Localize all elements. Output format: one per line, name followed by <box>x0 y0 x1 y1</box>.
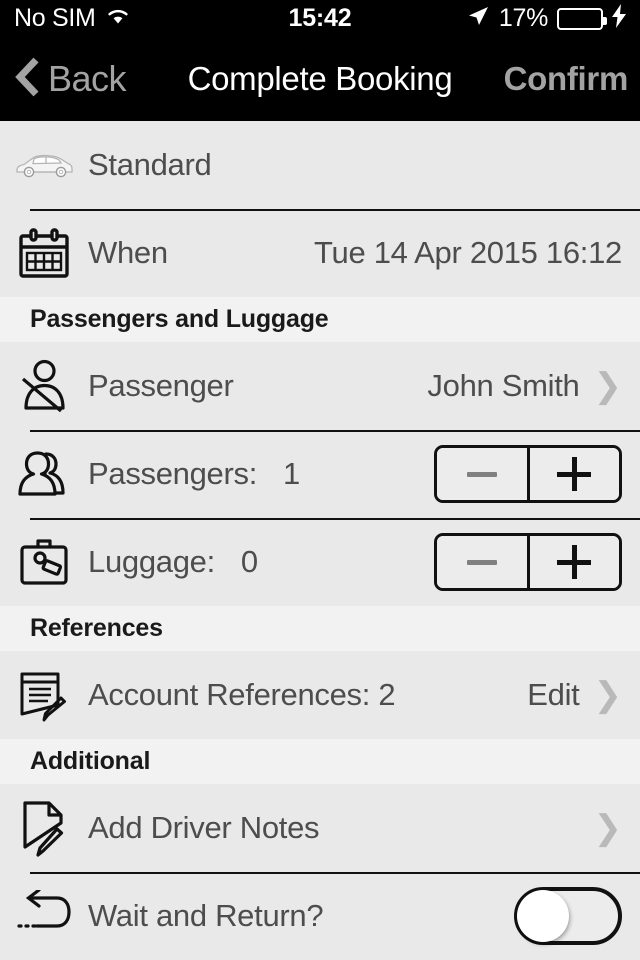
passenger-row[interactable]: Passenger John Smith ❯ <box>0 342 640 430</box>
driver-notes-label: Add Driver Notes <box>88 810 320 845</box>
section-header-passengers: Passengers and Luggage <box>0 297 640 343</box>
vehicle-row[interactable]: Standard <box>0 121 640 209</box>
chevron-right-icon: ❯ <box>593 367 623 406</box>
passenger-value: John Smith <box>427 368 580 404</box>
navigation-bar: Back Complete Booking Confirm <box>0 37 640 122</box>
passengers-group: Passenger John Smith ❯ Passengers: 1 Lug… <box>0 342 640 607</box>
trip-details-group: Standard When Tue 14 Apr 2015 16:12 <box>0 121 640 298</box>
luggage-stepper <box>434 533 622 592</box>
wait-return-row: Wait and Return? <box>0 872 640 960</box>
chevron-right-icon: ❯ <box>593 676 623 715</box>
references-group: Account References: 2 Edit ❯ <box>0 651 640 740</box>
passengers-count-label: Passengers: <box>88 456 258 492</box>
plus-icon <box>557 545 592 580</box>
vehicle-label: Standard <box>88 147 212 183</box>
briefcase-icon <box>0 537 88 587</box>
account-references-action[interactable]: Edit <box>527 677 580 713</box>
minus-icon <box>466 559 497 565</box>
status-bar-right: 17% <box>466 4 626 33</box>
passengers-count-value: 1 <box>283 456 301 492</box>
luggage-increment-button[interactable] <box>526 536 619 589</box>
wait-return-toggle[interactable] <box>514 887 622 945</box>
status-bar: No SIM 15:42 17% <box>0 0 640 38</box>
plus-icon <box>557 457 592 492</box>
passengers-increment-button[interactable] <box>526 448 619 501</box>
account-references-row[interactable]: Account References: 2 Edit ❯ <box>0 651 640 739</box>
passengers-count-row: Passengers: 1 <box>0 430 640 518</box>
location-arrow-icon <box>466 4 490 33</box>
additional-group: Add Driver Notes ❯ Wait and Return? <box>0 784 640 960</box>
section-header-additional: Additional <box>0 739 640 784</box>
document-pencil-icon <box>0 667 88 723</box>
calendar-icon <box>0 226 88 280</box>
u-turn-arrow-icon <box>0 890 88 942</box>
luggage-decrement-button[interactable] <box>437 536 527 589</box>
chevron-right-icon: ❯ <box>593 809 623 847</box>
account-references-label: Account References: 2 <box>88 677 396 713</box>
luggage-count-label: Luggage: <box>88 544 215 580</box>
passenger-seatbelt-icon <box>0 358 88 414</box>
minus-icon <box>466 471 497 477</box>
luggage-count-value: 0 <box>240 544 259 580</box>
when-label: When <box>88 235 168 271</box>
booking-screen: No SIM 15:42 17% Back Complete Booking C… <box>0 0 640 960</box>
passengers-decrement-button[interactable] <box>437 448 527 501</box>
wait-return-label: Wait and Return? <box>88 898 324 933</box>
two-people-icon <box>0 448 88 500</box>
lightning-bolt-icon <box>612 4 626 33</box>
section-header-references: References <box>0 606 640 652</box>
when-row[interactable]: When Tue 14 Apr 2015 16:12 <box>0 209 640 297</box>
page-pencil-icon <box>0 799 88 857</box>
car-icon <box>0 148 88 182</box>
passenger-label: Passenger <box>88 368 234 404</box>
toggle-knob <box>517 890 569 942</box>
confirm-button[interactable]: Confirm <box>504 60 629 98</box>
driver-notes-row[interactable]: Add Driver Notes ❯ <box>0 784 640 872</box>
luggage-count-row: Luggage: 0 <box>0 518 640 606</box>
battery-icon <box>557 7 607 30</box>
when-value: Tue 14 Apr 2015 16:12 <box>314 235 622 271</box>
passengers-stepper <box>434 445 622 504</box>
battery-percent-label: 17% <box>498 4 548 33</box>
